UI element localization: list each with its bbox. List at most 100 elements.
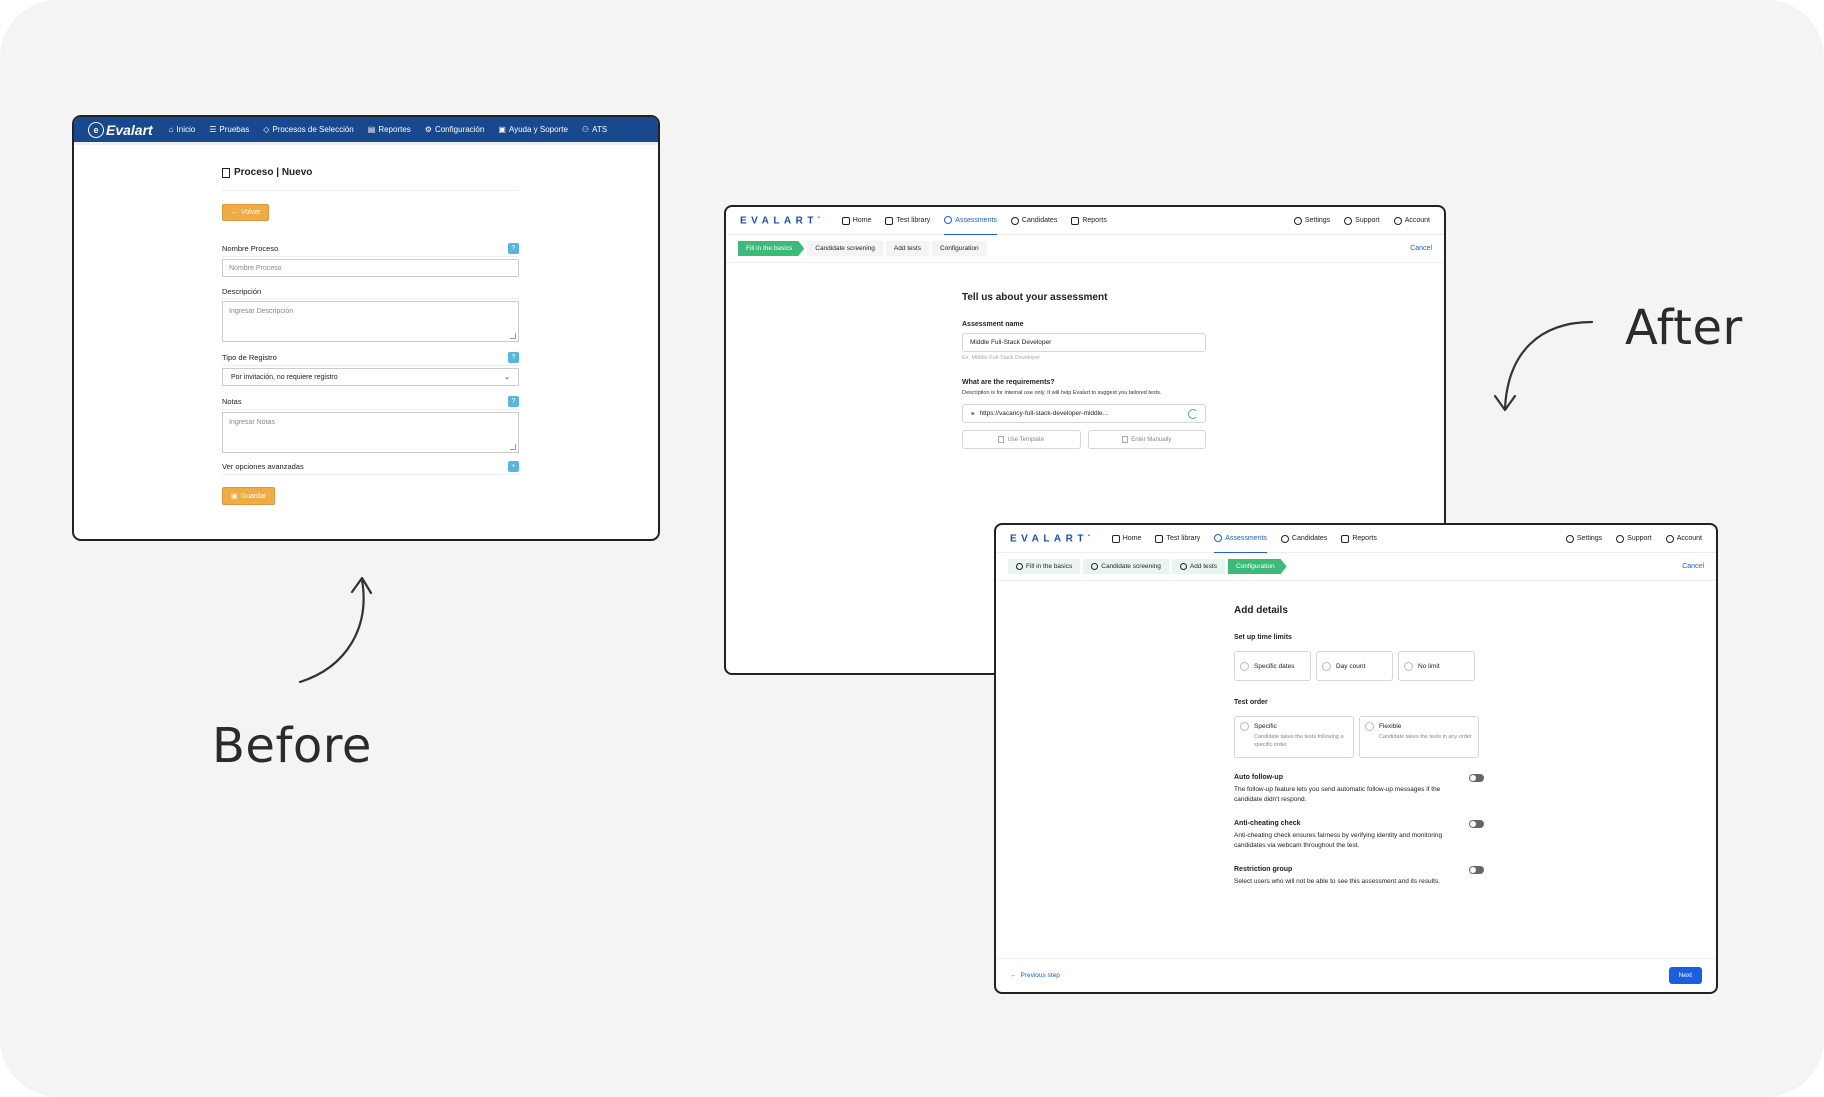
step-add-tests[interactable]: Add tests: [1171, 559, 1225, 574]
step-screening[interactable]: Candidate screening: [1083, 559, 1169, 574]
next-button[interactable]: Next: [1668, 967, 1702, 984]
cancel-link[interactable]: Cancel: [1410, 245, 1432, 252]
gear-icon: ⚙: [424, 125, 432, 134]
enter-manually-button[interactable]: Enter Manually: [1087, 430, 1206, 449]
nav-inicio[interactable]: ⌂ Inicio: [169, 125, 196, 134]
step-configuration[interactable]: Configuration: [931, 241, 987, 256]
list-icon: ☰: [209, 125, 217, 134]
arrow-left-icon: ←: [1010, 972, 1017, 979]
tipo-label-row: Tipo de Registro?: [222, 352, 519, 366]
descripcion-textarea[interactable]: Ingresar Descripción: [222, 301, 519, 342]
restriction-group-toggle[interactable]: [1469, 865, 1484, 874]
check-circle-icon: [1179, 563, 1187, 570]
radio-icon: [1240, 661, 1249, 671]
nav-reportes[interactable]: ▤ Reportes: [368, 125, 411, 134]
gear-icon: [1565, 534, 1574, 543]
nav-account[interactable]: Account: [1393, 207, 1430, 235]
assessment-name-hint: Ex. Middle Full-Stack Developer: [962, 355, 1041, 361]
time-option-no-limit[interactable]: No limit: [1398, 651, 1475, 681]
nav-ayuda[interactable]: ▣ Ayuda y Soporte: [498, 125, 568, 134]
nav-right-group: Settings Support Account: [1293, 207, 1430, 235]
previous-step-link[interactable]: ← Previous step: [1010, 972, 1060, 979]
template-icon: [998, 436, 1005, 443]
nav-account[interactable]: Account: [1665, 525, 1702, 553]
order-option-head: Flexible: [1365, 722, 1473, 731]
before-window: e Evalart ⌂ Inicio ☰ Pruebas ◇ Procesos de S…: [72, 115, 660, 541]
nav-reports[interactable]: Reports: [1341, 525, 1377, 553]
nav-support[interactable]: Support: [1616, 525, 1652, 553]
cancel-link[interactable]: Cancel: [1682, 563, 1704, 570]
chevron-down-icon: ⌄: [504, 374, 510, 381]
nav-test-library[interactable]: Test library: [1155, 525, 1200, 553]
auto-follow-up-description: The follow-up feature lets you send auto…: [1234, 786, 1441, 804]
nav-test-library[interactable]: Test library: [885, 207, 930, 235]
after-window-configuration: EVALART• Home Test library Assessments C…: [994, 523, 1718, 994]
nombre-input[interactable]: Nombre Proceso: [222, 259, 519, 277]
nav-reports[interactable]: Reports: [1071, 207, 1107, 235]
nav-home[interactable]: Home: [841, 207, 871, 235]
order-option-head: Specific: [1240, 722, 1348, 731]
before-logo[interactable]: e Evalart: [88, 121, 153, 138]
wizard-footer: ← Previous step Next: [996, 958, 1716, 992]
check-circle-icon: [1214, 534, 1223, 542]
after-logo[interactable]: EVALART•: [1010, 533, 1090, 544]
step-basics[interactable]: Fill in the basics: [1008, 559, 1081, 574]
nav-assessments[interactable]: Assessments: [944, 207, 997, 235]
step-basics[interactable]: Fill in the basics: [738, 241, 804, 256]
order-option-specific[interactable]: Specific Candidate takes the tests follo…: [1234, 716, 1354, 758]
nav-candidates[interactable]: Candidates: [1280, 525, 1327, 553]
help-icon[interactable]: ?: [508, 243, 519, 254]
home-icon: [841, 216, 850, 225]
notas-textarea[interactable]: Ingresar Notas: [222, 412, 519, 453]
after-label: After: [1625, 300, 1743, 356]
radio-icon: [1404, 661, 1413, 671]
nav-assessments[interactable]: Assessments: [1214, 525, 1267, 553]
avanzadas-row[interactable]: Ver opciones avanzadas +: [222, 461, 519, 475]
requirements-description: Description is for internal use only. It…: [962, 390, 1162, 396]
nav-procesos[interactable]: ◇ Procesos de Selección: [263, 125, 354, 134]
auto-follow-up-title: Auto follow-up: [1234, 774, 1283, 781]
users-icon: [1010, 216, 1019, 225]
report-icon: [1071, 216, 1080, 225]
nav-pruebas[interactable]: ☰ Pruebas: [209, 125, 249, 134]
step-configuration[interactable]: Configuration: [1228, 559, 1287, 574]
book-icon: [1155, 534, 1164, 543]
nav-ats[interactable]: ⚇ ATS: [582, 125, 607, 134]
before-label: Before: [212, 718, 372, 774]
nav-settings[interactable]: Settings: [1565, 525, 1602, 553]
requirements-url-input[interactable]: ⚭ https://vacancy-full-stack-developer-mi…: [962, 404, 1206, 423]
help-icon[interactable]: ?: [508, 352, 519, 363]
gear-icon: [1293, 216, 1302, 225]
step-add-tests[interactable]: Add tests: [885, 241, 929, 256]
anti-cheating-toggle[interactable]: [1469, 819, 1484, 828]
check-circle-icon: [1091, 563, 1099, 570]
radio-icon: [1240, 722, 1249, 731]
nav-candidates[interactable]: Candidates: [1010, 207, 1057, 235]
assessment-name-input[interactable]: Middle Full-Stack Developer: [962, 333, 1206, 352]
save-button[interactable]: ▣ Guardar: [222, 487, 276, 505]
use-template-button[interactable]: Use Template: [962, 430, 1081, 449]
user-icon: [1393, 216, 1402, 225]
order-option-flexible[interactable]: Flexible Candidate takes the tests in an…: [1359, 716, 1479, 758]
stepper: Fill in the basics Candidate screening A…: [726, 235, 1444, 263]
nav-configuracion[interactable]: ⚙ Configuración: [425, 125, 485, 134]
configuration-form: Add details Set up time limits Specific …: [1234, 605, 1484, 887]
nav-support[interactable]: Support: [1344, 207, 1380, 235]
nav-settings[interactable]: Settings: [1293, 207, 1330, 235]
back-button[interactable]: ← Volver: [222, 204, 270, 221]
auto-follow-up-toggle[interactable]: [1469, 774, 1484, 782]
nav-home[interactable]: Home: [1111, 525, 1141, 553]
time-option-day-count[interactable]: Day count: [1316, 651, 1393, 681]
time-option-specific-dates[interactable]: Specific dates: [1234, 651, 1311, 681]
curved-arrow-down-icon: [1493, 320, 1594, 412]
tipo-select[interactable]: Por invitación, no requiere registro ⌄: [222, 368, 519, 386]
chart-icon: ▤: [367, 125, 376, 134]
after-logo[interactable]: EVALART•: [740, 215, 820, 226]
users-icon: [1280, 534, 1289, 543]
after-navbar: EVALART• Home Test library Assessments C…: [996, 525, 1716, 553]
home-icon: ⌂: [168, 125, 174, 134]
step-screening[interactable]: Candidate screening: [807, 241, 883, 256]
expand-icon[interactable]: +: [508, 461, 519, 472]
help-icon[interactable]: ?: [508, 396, 519, 407]
showcase-canvas: e Evalart ⌂ Inicio ☰ Pruebas ◇ Procesos de S…: [0, 0, 1824, 1097]
